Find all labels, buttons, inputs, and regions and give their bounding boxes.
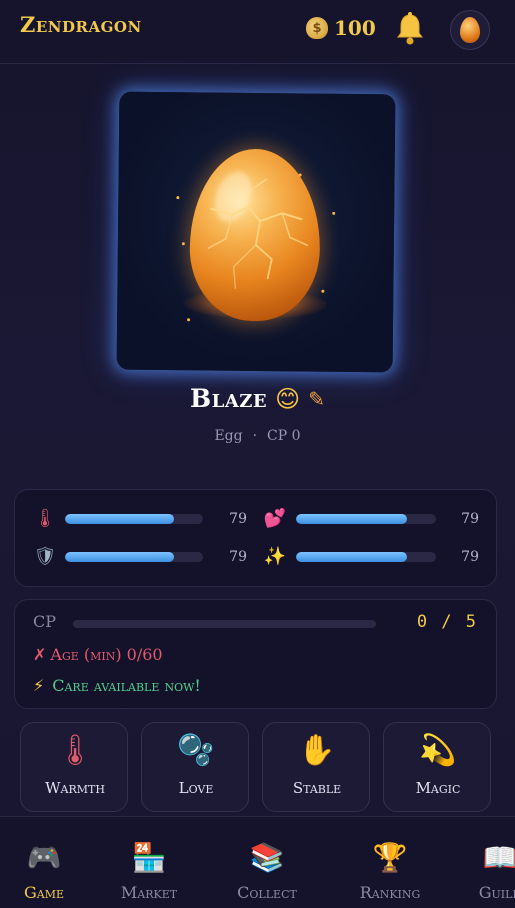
stat-bar-warmth <box>65 514 203 524</box>
store-icon: 🏪 <box>131 841 167 874</box>
hearts-icon: 💕 <box>263 507 287 529</box>
nav-item-ranking[interactable]: 🏆 Ranking <box>342 817 438 908</box>
nav-item-collect[interactable]: 📚 Collect <box>219 817 315 908</box>
pet-cp: CP 0 <box>267 428 301 444</box>
stat-warmth: 🌡 <box>33 507 57 529</box>
action-label: Warmth <box>45 779 105 797</box>
action-label: Love <box>178 779 214 797</box>
stat-bar-fill <box>296 552 407 562</box>
cp-label: CP <box>33 612 57 631</box>
stat-bar-fill <box>65 514 175 524</box>
gamepad-icon: 🎮 <box>26 841 62 874</box>
raised-hand-icon: ✋ <box>298 733 336 768</box>
money-bag-icon: $ <box>306 17 328 39</box>
care-text: Care available now! <box>52 676 201 695</box>
age-status: ✗ Age (min) 0/60 <box>33 645 163 664</box>
sparkle <box>176 196 180 200</box>
bottom-nav: 🎮 Game 🏪 Market 📚 Collect 🏆 Ranking 📖 Gu… <box>0 816 515 908</box>
warmth-button[interactable]: 🌡 Warmth <box>20 722 128 812</box>
pencil-edit-icon[interactable]: ✎ <box>308 387 325 411</box>
nav-label: Market <box>120 883 178 902</box>
app-title: Zendragon <box>20 12 142 37</box>
stat-bar-fill <box>296 514 407 524</box>
sparkle <box>321 289 325 293</box>
sparkle <box>181 242 185 246</box>
shooting-star-icon: 💫 <box>419 733 457 768</box>
nav-item-market[interactable]: 🏪 Market <box>101 817 197 908</box>
thermometer-icon: 🌡 <box>33 507 57 529</box>
pet-subtitle: Egg · CP 0 <box>0 428 515 444</box>
action-label: Stable <box>292 779 342 797</box>
age-text: Age (min) 0/60 <box>50 645 163 664</box>
nav-label: Collect <box>237 883 297 902</box>
stat-love: 💕 <box>263 507 287 529</box>
cross-icon: ✗ <box>33 645 47 664</box>
coin-balance[interactable]: $ 100 <box>306 16 376 40</box>
book-icon: 📖 <box>482 841 515 874</box>
trophy-icon: 🏆 <box>372 841 408 874</box>
sparkle <box>187 318 191 322</box>
nav-label: Guild <box>478 883 515 902</box>
bubbles-icon: 🫧 <box>177 733 215 768</box>
stable-button[interactable]: ✋ Stable <box>262 722 370 812</box>
bell-icon[interactable] <box>394 12 426 46</box>
stat-stable: 🛡 <box>33 545 57 567</box>
stat-bar-fill <box>65 552 175 562</box>
sparkles-icon: ✨ <box>263 545 287 567</box>
nav-label: Game <box>23 883 65 902</box>
magic-button[interactable]: 💫 Magic <box>383 722 491 812</box>
cp-panel: CP 0 / 5 ✗ Age (min) 0/60 ⚡ Care availab… <box>14 599 497 709</box>
action-label: Magic <box>415 779 461 797</box>
stat-bar-magic <box>296 552 436 562</box>
stat-magic: ✨ <box>263 545 287 567</box>
love-button[interactable]: 🫧 Love <box>141 722 249 812</box>
pet-stage: Egg <box>214 428 243 444</box>
stat-value: 79 <box>461 549 479 565</box>
care-actions: 🌡 Warmth 🫧 Love ✋ Stable 💫 Magic <box>20 722 492 814</box>
pet-image-card[interactable] <box>116 91 396 373</box>
egg-avatar-icon <box>460 17 480 43</box>
stat-bar-love <box>296 514 436 524</box>
header: Zendragon $ 100 <box>0 0 515 64</box>
pet-name-row: Blaze 😊 ✎ <box>0 384 515 413</box>
avatar[interactable] <box>450 10 490 50</box>
cp-value: 0 / 5 <box>416 612 478 632</box>
pet-name: Blaze <box>190 384 268 413</box>
coin-value: 100 <box>334 16 376 40</box>
shield-icon: 🛡 <box>33 545 57 567</box>
separator-dot: · <box>252 428 258 444</box>
thermometer-icon: 🌡 <box>55 733 95 768</box>
stats-panel: 🌡 79 💕 79 🛡 79 ✨ 79 <box>14 489 497 587</box>
stat-value: 79 <box>229 549 247 565</box>
stat-value: 79 <box>229 511 247 527</box>
stat-value: 79 <box>461 511 479 527</box>
care-status: ⚡ Care available now! <box>33 676 201 695</box>
app-screen: Zendragon $ 100 Blaze 😊 ✎ Egg · CP 0 🌡 7… <box>0 0 515 908</box>
cp-progress-bar <box>73 620 376 628</box>
sparkle <box>298 173 302 177</box>
nav-label: Ranking <box>359 883 421 902</box>
smiley-icon: 😊 <box>275 384 301 413</box>
nav-item-guild[interactable]: 📖 Guild <box>452 817 515 908</box>
nav-item-game[interactable]: 🎮 Game <box>0 817 92 908</box>
books-icon: 📚 <box>249 841 285 874</box>
stat-bar-stable <box>65 552 203 562</box>
sparkle <box>332 211 336 215</box>
lightning-icon: ⚡ <box>33 676 45 695</box>
